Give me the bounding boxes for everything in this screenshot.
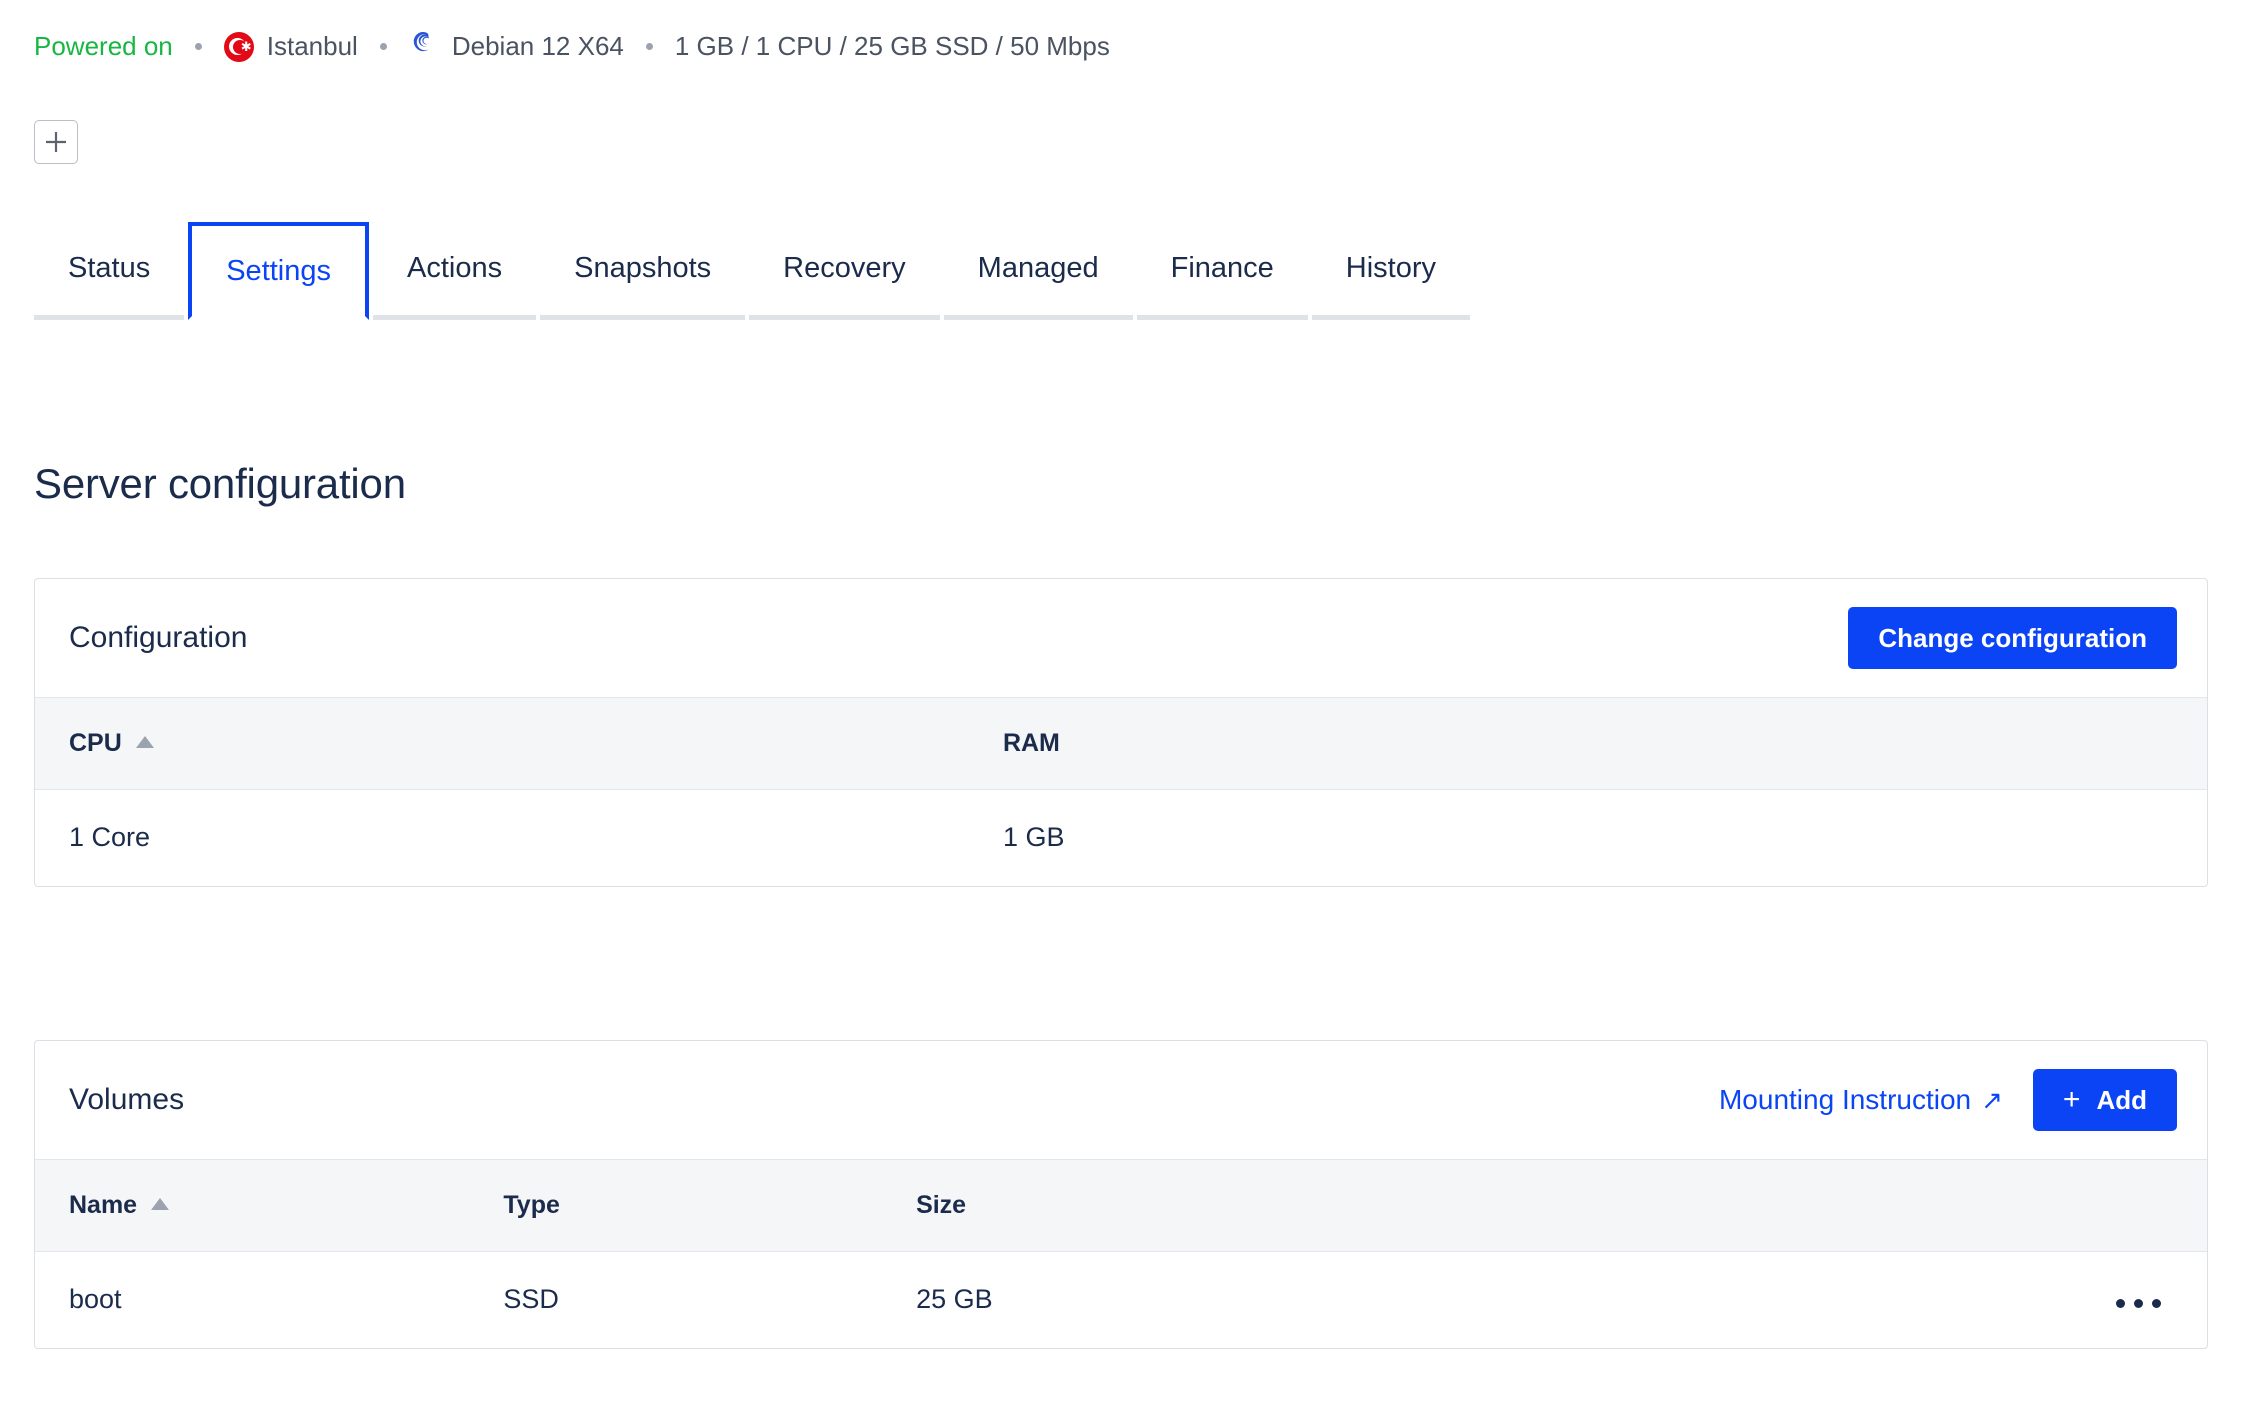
mounting-instruction-label: Mounting Instruction xyxy=(1718,1084,1972,1115)
add-volume-button[interactable]: + Add xyxy=(2032,1069,2177,1131)
region-label: Istanbul xyxy=(266,31,358,61)
tab-label: Settings xyxy=(226,254,332,287)
configuration-card: Configuration Change configuration CPU R… xyxy=(34,578,2208,887)
volumes-table-header-row: Name Type Size xyxy=(35,1159,2207,1252)
tab-snapshots[interactable]: Snapshots xyxy=(540,222,746,320)
server-status-bar: Powered on ✱ Istanbul Debian 12 X64 1 GB… xyxy=(0,0,2242,65)
tab-status[interactable]: Status xyxy=(34,222,185,320)
volumes-card-title: Volumes xyxy=(69,1083,185,1116)
configuration-table: CPU RAM 1 Core 1 GB xyxy=(35,697,2207,886)
column-header-type[interactable]: Type xyxy=(469,1159,883,1252)
configuration-card-title: Configuration xyxy=(69,621,248,654)
tab-managed[interactable]: Managed xyxy=(943,222,1133,320)
tab-label: Status xyxy=(68,252,151,284)
turkey-flag-icon: ✱ xyxy=(223,31,254,62)
volumes-card-header: Volumes Mounting Instruction ↗ + Add xyxy=(35,1041,2207,1159)
external-link-arrow-icon: ↗ xyxy=(1981,1085,2003,1115)
column-header-cpu[interactable]: CPU xyxy=(35,697,969,790)
separator-dot xyxy=(379,43,387,50)
cell-volume-type: SSD xyxy=(503,1284,559,1315)
cell-volume-actions xyxy=(2033,1252,2207,1348)
separator-dot xyxy=(194,43,202,50)
debian-logo-icon xyxy=(409,28,439,65)
tab-label: Finance xyxy=(1170,252,1274,284)
tab-label: Snapshots xyxy=(574,252,712,284)
column-header-name[interactable]: Name xyxy=(35,1159,470,1252)
tab-label: History xyxy=(1345,252,1437,284)
table-row: 1 Core 1 GB xyxy=(35,790,2207,886)
change-configuration-button[interactable]: Change configuration xyxy=(1848,607,2177,669)
sort-ascending-icon xyxy=(151,1198,170,1210)
tab-actions[interactable]: Actions xyxy=(373,222,537,320)
tab-label: Recovery xyxy=(783,252,906,284)
configuration-card-header: Configuration Change configuration xyxy=(35,579,2207,697)
configuration-table-header-row: CPU RAM xyxy=(35,697,2207,790)
cell-cpu: 1 Core xyxy=(69,822,151,853)
sort-ascending-icon xyxy=(135,736,154,748)
column-header-ram-label: RAM xyxy=(1002,729,1060,757)
tab-history[interactable]: History xyxy=(1311,222,1471,320)
power-state-label: Powered on xyxy=(34,31,173,61)
separator-dot xyxy=(645,43,653,50)
tab-finance[interactable]: Finance xyxy=(1136,222,1308,320)
kebab-menu-icon[interactable] xyxy=(2116,1299,2161,1309)
tab-settings[interactable]: Settings xyxy=(188,222,370,320)
tab-label: Actions xyxy=(407,252,503,284)
plus-icon: + xyxy=(2062,1083,2081,1116)
page-title: Server configuration xyxy=(34,460,406,507)
cell-volume-size: 25 GB xyxy=(916,1284,993,1315)
cell-ram: 1 GB xyxy=(1002,822,1065,853)
column-header-size-label: Size xyxy=(916,1191,967,1219)
os-group: Debian 12 X64 xyxy=(409,28,624,65)
column-header-size[interactable]: Size xyxy=(882,1159,2034,1252)
server-settings-page: Powered on ✱ Istanbul Debian 12 X64 1 GB… xyxy=(0,0,2242,1408)
specs-label: 1 GB / 1 CPU / 25 GB SSD / 50 Mbps xyxy=(674,31,1110,61)
os-label: Debian 12 X64 xyxy=(451,31,624,61)
volumes-card-actions: Mounting Instruction ↗ + Add xyxy=(1719,1069,2177,1131)
plus-icon xyxy=(43,129,69,155)
volumes-table: Name Type Size boot SSD 25 GB xyxy=(35,1159,2207,1348)
add-volume-label: Add xyxy=(2096,1084,2147,1115)
server-tabs: Status Settings Actions Snapshots Recove… xyxy=(34,222,1474,320)
add-tag-button[interactable] xyxy=(34,120,78,164)
table-row: boot SSD 25 GB xyxy=(35,1252,2207,1348)
tab-recovery[interactable]: Recovery xyxy=(749,222,940,320)
column-header-actions xyxy=(2033,1159,2207,1252)
configuration-card-actions: Change configuration xyxy=(1848,607,2177,669)
mounting-instruction-link[interactable]: Mounting Instruction ↗ xyxy=(1719,1084,2003,1116)
column-header-name-label: Name xyxy=(69,1191,138,1219)
column-header-cpu-label: CPU xyxy=(69,729,122,757)
region-group: ✱ Istanbul xyxy=(223,31,358,62)
change-configuration-label: Change configuration xyxy=(1878,622,2147,653)
volumes-card: Volumes Mounting Instruction ↗ + Add Nam… xyxy=(34,1040,2208,1349)
column-header-type-label: Type xyxy=(503,1191,560,1219)
tab-label: Managed xyxy=(977,252,1099,284)
cell-volume-name: boot xyxy=(69,1284,122,1315)
column-header-ram[interactable]: RAM xyxy=(968,697,2207,790)
